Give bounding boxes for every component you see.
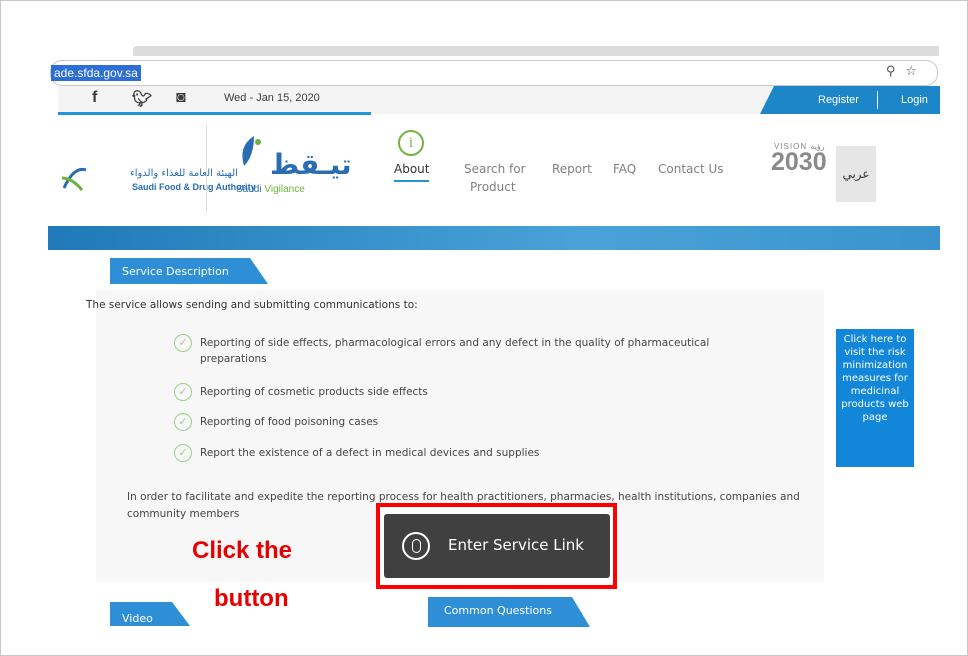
vision-2030-logo: VISION رؤية 2030 [771, 142, 831, 198]
instagram-icon[interactable]: ◙ [176, 89, 186, 107]
enter-service-button[interactable]: Enter Service Link [384, 514, 610, 578]
browser-tab-strip [133, 46, 939, 56]
nav-about[interactable]: About [394, 162, 430, 182]
service-intro: The service allows sending and submittin… [86, 299, 418, 311]
check-icon: ✓ [174, 334, 192, 352]
sfda-logo-icon[interactable] [60, 164, 88, 194]
twitter-icon[interactable]: 🐦︎ [132, 89, 152, 109]
facebook-icon[interactable]: f [92, 89, 97, 107]
address-bar[interactable]: ade.sfda.gov.sa ⚲☆ [50, 60, 938, 86]
service-tab-label: Service Description [122, 265, 229, 278]
date-display: Wed - Jan 15, 2020 [208, 86, 371, 115]
check-icon: ✓ [174, 413, 192, 431]
faq-tab-label: Common Questions [444, 604, 552, 617]
nav-search-line1: Search for [464, 162, 526, 176]
enter-service-label: Enter Service Link [448, 536, 584, 554]
video-tab-label: Video [122, 612, 153, 625]
date-text: Wed - Jan 15, 2020 [224, 92, 320, 104]
login-link[interactable]: Login [901, 94, 928, 106]
info-icon: i [398, 130, 424, 156]
service-item: ✓ Reporting of side effects, pharmacolog… [174, 334, 734, 368]
nav-faq[interactable]: FAQ [613, 162, 636, 176]
mouse-icon [402, 532, 430, 560]
vigilance-en-part2: Vigilance [261, 184, 305, 195]
nav-contact-us[interactable]: Contact Us [658, 162, 724, 176]
service-item: ✓ Report the existence of a defect in me… [174, 444, 734, 462]
nav-search-product[interactable]: Search for Product [464, 162, 526, 194]
zoom-icon[interactable]: ⚲ [886, 64, 906, 79]
language-toggle[interactable]: عربي [836, 146, 876, 202]
site-header: الهيئة العامة للغذاء والدواء Saudi Food … [48, 118, 940, 226]
nav-search-line2: Product [470, 180, 516, 194]
check-icon: ✓ [174, 444, 192, 462]
vigilance-english-title: Saudi Vigilance [236, 184, 305, 195]
top-bar: f 🐦︎ ◙ Wed - Jan 15, 2020 Register Login [58, 86, 940, 115]
risk-box-text: Click here to visit the risk minimizatio… [841, 334, 909, 423]
header-divider [206, 126, 207, 212]
star-icon[interactable]: ☆ [905, 64, 927, 79]
url-text[interactable]: ade.sfda.gov.sa [51, 65, 141, 81]
service-item-text: Reporting of side effects, pharmacologic… [200, 337, 710, 365]
tab-service-description[interactable]: Service Description [110, 258, 268, 284]
annotation-line2: button [214, 585, 289, 612]
vigilance-en-part1: Saudi [236, 184, 262, 195]
annotation-line1: Click the [192, 537, 293, 564]
vision-year: 2030 [771, 148, 827, 176]
service-item-text: Reporting of food poisoning cases [200, 416, 379, 428]
auth-bar: Register Login [760, 86, 940, 114]
sfda-name-arabic: الهيئة العامة للغذاء والدواء [130, 168, 238, 179]
address-bar-icons: ⚲☆ [886, 64, 927, 79]
social-links: f 🐦︎ ◙ [58, 86, 218, 115]
auth-divider [877, 91, 878, 109]
check-icon: ✓ [174, 383, 192, 401]
vigilance-arabic-title: تيـقظ [270, 148, 352, 181]
service-item-text: Reporting of cosmetic products side effe… [200, 386, 428, 398]
tab-common-questions[interactable]: Common Questions [428, 597, 590, 627]
hero-banner [48, 226, 940, 250]
register-link[interactable]: Register [818, 94, 859, 106]
vigilance-logo-icon[interactable] [236, 132, 264, 172]
risk-minimization-link[interactable]: Click here to visit the risk minimizatio… [836, 329, 914, 467]
nav-report[interactable]: Report [552, 162, 592, 176]
service-item: ✓ Reporting of food poisoning cases [174, 413, 734, 431]
service-item-text: Report the existence of a defect in medi… [200, 447, 540, 459]
service-item: ✓ Reporting of cosmetic products side ef… [174, 383, 734, 401]
